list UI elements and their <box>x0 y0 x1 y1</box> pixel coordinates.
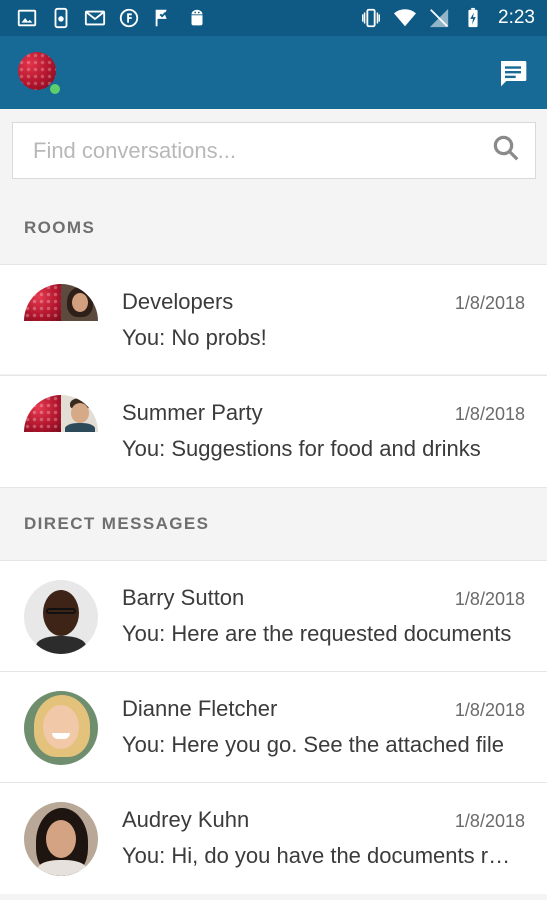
system-icons: 2:23 <box>360 7 535 29</box>
conversation-date: 1/8/2018 <box>454 589 525 609</box>
app-bar <box>0 36 547 109</box>
gmail-icon <box>84 7 106 29</box>
avatar <box>24 802 98 876</box>
direct-messages-section-label: DIRECT MESSAGES <box>24 514 210 533</box>
avatar <box>24 580 98 654</box>
notification-icons <box>16 7 208 29</box>
profile-avatar-button[interactable] <box>18 51 62 96</box>
sim-icon <box>50 7 72 29</box>
conversation-date: 1/8/2018 <box>454 700 525 720</box>
conversation-preview: You: Hi, do you have the documents ready <box>122 843 522 868</box>
rooms-section-label: ROOMS <box>24 217 96 237</box>
search-input[interactable] <box>33 137 473 164</box>
status-bar: 2:23 <box>0 0 547 36</box>
conversation-name: Barry Sutton <box>122 585 245 610</box>
search-icon[interactable] <box>491 133 521 168</box>
group-avatar <box>24 284 98 358</box>
conversation-preview: You: Suggestions for food and drinks <box>122 436 481 461</box>
conversation-date: 1/8/2018 <box>454 404 525 424</box>
new-conversation-button[interactable] <box>495 55 531 91</box>
image-icon <box>16 7 38 29</box>
conversation-preview: You: No probs! <box>122 325 267 350</box>
conversation-name: Summer Party <box>122 400 263 425</box>
conversation-date: 1/8/2018 <box>454 293 525 313</box>
check-flag-icon <box>152 7 174 29</box>
vibrate-icon <box>360 7 382 29</box>
conversation-row-audrey-kuhn[interactable]: Audrey Kuhn 1/8/2018 You: Hi, do you hav… <box>0 782 547 894</box>
search-box[interactable] <box>12 122 536 179</box>
direct-messages-section-header: DIRECT MESSAGES <box>0 487 547 560</box>
conversation-preview: You: Here are the requested documents <box>122 621 512 646</box>
conversation-row-summer-party[interactable]: Summer Party 1/8/2018 You: Suggestions f… <box>0 375 547 487</box>
no-signal-icon <box>428 7 450 29</box>
conversation-name: Dianne Fletcher <box>122 696 278 721</box>
avatar <box>24 691 98 765</box>
conversation-name: Developers <box>122 289 234 314</box>
android-icon <box>186 7 208 29</box>
wifi-icon <box>394 7 417 29</box>
conversation-preview: You: Here you go. See the attached file <box>122 732 505 757</box>
online-status-indicator <box>48 81 62 96</box>
battery-charging-icon <box>462 7 484 29</box>
conversation-row-barry-sutton[interactable]: Barry Sutton 1/8/2018 You: Here are the … <box>0 560 547 671</box>
conversation-name: Audrey Kuhn <box>122 807 250 832</box>
clock-time: 2:23 <box>498 7 535 28</box>
search-area <box>0 109 547 191</box>
message-icon <box>501 60 527 86</box>
conversation-date: 1/8/2018 <box>454 811 525 831</box>
circle-f-icon <box>118 7 140 29</box>
conversation-row-developers[interactable]: Developers 1/8/2018 You: No probs! <box>0 264 547 374</box>
rooms-section-header: ROOMS <box>0 191 547 264</box>
conversation-row-dianne-fletcher[interactable]: Dianne Fletcher 1/8/2018 You: Here you g… <box>0 671 547 782</box>
group-avatar <box>24 395 98 469</box>
